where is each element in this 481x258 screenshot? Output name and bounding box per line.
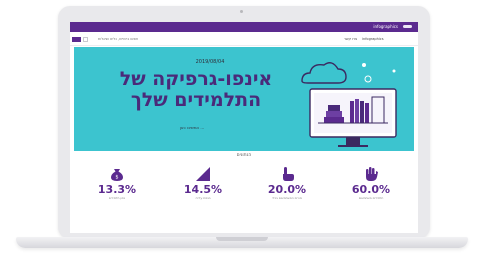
stat-card: $ 13.3% נתון תלמידים [82, 164, 152, 224]
svg-text:$: $ [115, 175, 118, 181]
monitor-stand [346, 137, 360, 145]
book-icon [324, 117, 344, 123]
stat-card: 20.0% מורים המשתמשים בכלי [252, 164, 322, 224]
stat-card: 14.5% מגמת עלייה [168, 164, 238, 224]
sparkle-dot-2 [392, 69, 396, 73]
hero-banner: 2019/08/04 אינפו-גרפיקה של התלמידים שלך … [74, 47, 414, 151]
stat-card: 60.0% תלמידים משתמשים [336, 164, 406, 224]
raised-hand-icon [366, 167, 378, 181]
laptop-base [16, 237, 468, 248]
pointing-hand-icon [283, 167, 294, 181]
stat-value: 20.0% [267, 183, 307, 196]
hero-date: 2019/08/04 [195, 59, 225, 65]
growth-chart-icon [196, 167, 210, 181]
user-pill[interactable] [403, 25, 412, 28]
hero-cta-link[interactable]: המשיכו כאן ... [162, 125, 222, 130]
top-bar: infographics [70, 22, 418, 32]
laptop-screen: infographics צרו קשר infographics 2019/0… [70, 22, 418, 233]
camera-icon [240, 10, 243, 13]
filter-icon[interactable] [83, 37, 88, 42]
stat-caption: תלמידים משתמשים [358, 196, 384, 200]
sparkle-dot [362, 63, 366, 67]
hero-title-line-2: התלמידים שלך [130, 89, 262, 111]
nav-bar: צרו קשר infographics [70, 34, 418, 46]
stat-value: 14.5% [183, 183, 223, 196]
bookshelf-icon [350, 101, 354, 123]
laptop-notch [216, 237, 268, 241]
stat-value: 60.0% [351, 183, 391, 196]
nav-link-contact[interactable]: צרו קשר [344, 37, 357, 42]
money-bag-icon: $ [111, 169, 123, 181]
nav-link-brand[interactable]: infographics [362, 37, 384, 42]
stat-value: 13.3% [97, 183, 137, 196]
section-title: הנתונים [236, 153, 252, 158]
stat-caption: מורים המשתמשים בכלי [272, 196, 302, 200]
hero-title: אינפו-גרפיקה של התלמידים שלך [86, 69, 306, 111]
search-input[interactable] [96, 36, 250, 43]
monitor-illustration [301, 62, 397, 147]
site-name[interactable]: infographics [373, 23, 398, 31]
laptop-lid: infographics צרו קשר infographics 2019/0… [58, 6, 430, 239]
menu-icon[interactable] [72, 37, 81, 42]
cloud-icon [301, 62, 347, 84]
stat-caption: מגמת עלייה [195, 196, 211, 200]
stat-caption: נתון תלמידים [108, 196, 126, 200]
hero-title-line-1: אינפו-גרפיקה של [119, 68, 273, 90]
